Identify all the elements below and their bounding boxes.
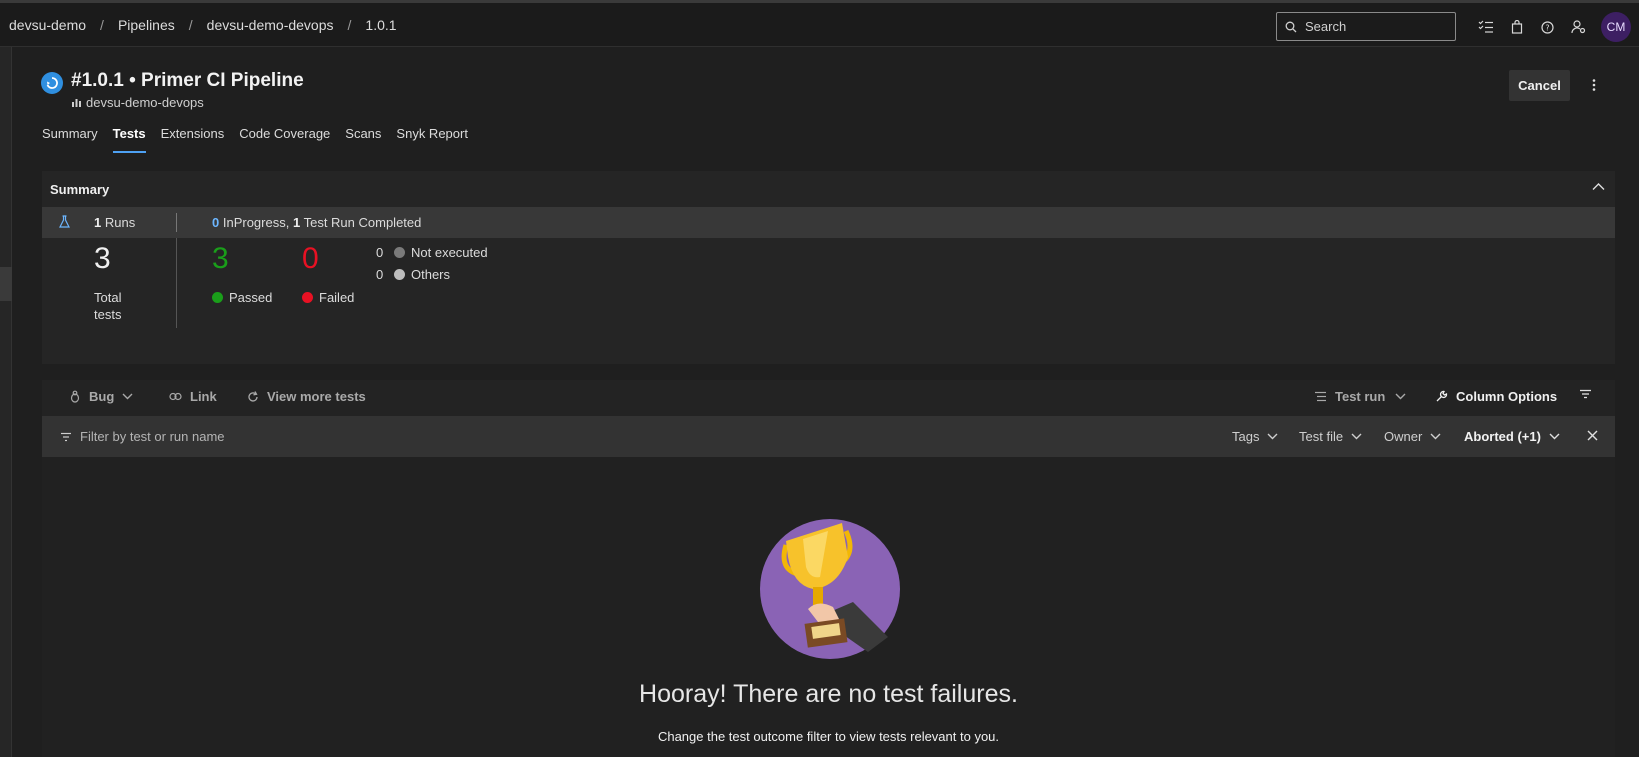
refresh-icon	[248, 390, 258, 402]
list-icon	[1315, 391, 1326, 402]
clear-filters-icon[interactable]	[1587, 430, 1598, 441]
tab-code-coverage[interactable]: Code Coverage	[239, 126, 330, 153]
chevron-down-icon	[1430, 433, 1441, 440]
summary-heading: Summary	[50, 181, 110, 197]
chevron-down-icon	[1395, 393, 1406, 400]
chevron-down-icon	[1267, 433, 1278, 440]
outcome-filter-dropdown[interactable]: Aborted (+1)	[1464, 429, 1560, 444]
repo-name: devsu-demo-devops	[86, 95, 204, 110]
shopping-bag-icon[interactable]	[1501, 16, 1532, 38]
bug-icon	[70, 390, 80, 403]
empty-state: Hooray! There are no test failures. Chan…	[42, 457, 1615, 757]
help-icon[interactable]: ?	[1532, 16, 1563, 38]
stats-area: 3 Total tests 3 Passed 0 Failed 0 Not exe…	[42, 238, 1615, 358]
repo-label[interactable]: devsu-demo-devops	[71, 95, 204, 110]
tab-snyk-report[interactable]: Snyk Report	[396, 126, 468, 153]
tab-extensions[interactable]: Extensions	[161, 126, 225, 153]
breadcrumb-item-run[interactable]: 1.0.1	[365, 17, 396, 33]
summary-header[interactable]: Summary	[42, 171, 1615, 207]
pipeline-status-icon	[41, 72, 63, 94]
empty-state-title: Hooray! There are no test failures.	[639, 680, 1018, 708]
tab-scans[interactable]: Scans	[345, 126, 381, 153]
tab-summary[interactable]: Summary	[42, 126, 98, 153]
left-rail	[0, 47, 12, 757]
divider	[176, 238, 177, 328]
chevron-down-icon	[122, 393, 133, 400]
bug-button[interactable]: Bug	[69, 389, 141, 404]
not-executed-row: 0 Not executed	[376, 245, 488, 260]
left-rail-indicator	[0, 267, 12, 301]
failed-legend: Failed	[302, 290, 354, 305]
breadcrumb-separator: /	[188, 17, 193, 33]
filter-bar: Filter by test or run name Tags Test fil…	[42, 416, 1615, 457]
trophy-illustration	[760, 519, 900, 659]
empty-state-hint: Change the test outcome filter to view t…	[657, 729, 1000, 744]
tab-tests[interactable]: Tests	[112, 126, 146, 153]
total-tests-count: 3	[94, 242, 111, 275]
breadcrumb: devsu-demo / Pipelines / devsu-demo-devo…	[9, 17, 397, 33]
failed-dot-icon	[302, 292, 313, 303]
breadcrumb-item-pipelines[interactable]: Pipelines	[118, 17, 175, 33]
tab-bar: Summary Tests Extensions Code Coverage S…	[42, 126, 483, 153]
chevron-down-icon	[1351, 433, 1362, 440]
filter-input[interactable]: Filter by test or run name	[60, 429, 225, 444]
runs-count: 1 Runs	[94, 215, 136, 230]
failed-count: 0	[302, 242, 319, 275]
chevron-down-icon	[1549, 433, 1560, 440]
summary-panel: Summary 1 Runs 0 InProgress, 1 Test Run …	[42, 171, 1615, 364]
link-button[interactable]: Link	[169, 389, 217, 404]
breadcrumb-separator: /	[347, 17, 352, 33]
others-dot-icon	[394, 269, 405, 280]
page-title: #1.0.1 • Primer CI Pipeline	[71, 70, 304, 91]
total-tests-label: Total tests	[94, 290, 122, 322]
breadcrumb-item-pipeline[interactable]: devsu-demo-devops	[207, 17, 334, 33]
column-options-button[interactable]: Column Options	[1435, 389, 1557, 404]
repo-icon	[72, 99, 81, 107]
run-status: 0 InProgress, 1 Test Run Completed	[212, 215, 422, 230]
avatar[interactable]: CM	[1601, 12, 1631, 42]
breadcrumb-item-org[interactable]: devsu-demo	[9, 17, 86, 33]
view-more-tests-button[interactable]: View more tests	[247, 389, 366, 404]
test-run-groupby[interactable]: Test run	[1314, 389, 1414, 404]
divider	[176, 213, 177, 232]
owner-filter-dropdown[interactable]: Owner	[1384, 429, 1441, 444]
tags-filter-dropdown[interactable]: Tags	[1232, 429, 1278, 444]
search-box[interactable]: Search	[1276, 12, 1456, 41]
svg-text:?: ?	[1545, 23, 1549, 32]
cancel-button[interactable]: Cancel	[1509, 70, 1570, 101]
filter-toggle-icon[interactable]	[1579, 389, 1600, 399]
test-file-filter-dropdown[interactable]: Test file	[1299, 429, 1362, 444]
passed-dot-icon	[212, 292, 223, 303]
user-settings-icon[interactable]	[1563, 16, 1594, 38]
search-placeholder: Search	[1305, 19, 1347, 34]
not-executed-dot-icon	[394, 247, 405, 258]
task-list-icon[interactable]	[1470, 16, 1501, 38]
top-navigation-bar: devsu-demo / Pipelines / devsu-demo-devo…	[0, 0, 1639, 47]
more-options-icon[interactable]	[1586, 73, 1602, 97]
passed-count: 3	[212, 242, 229, 275]
flask-icon	[59, 215, 70, 228]
passed-legend: Passed	[212, 290, 272, 305]
link-icon	[169, 392, 182, 401]
wrench-icon	[1436, 390, 1448, 402]
runs-bar: 1 Runs 0 InProgress, 1 Test Run Complete…	[42, 207, 1615, 238]
chevron-up-icon[interactable]	[1592, 182, 1605, 191]
filter-icon	[61, 432, 71, 441]
search-icon	[1285, 21, 1297, 32]
others-row: 0 Others	[376, 267, 451, 282]
breadcrumb-separator: /	[100, 17, 104, 33]
tests-toolbar: Bug Link View more tests Test run Column…	[42, 380, 1615, 416]
